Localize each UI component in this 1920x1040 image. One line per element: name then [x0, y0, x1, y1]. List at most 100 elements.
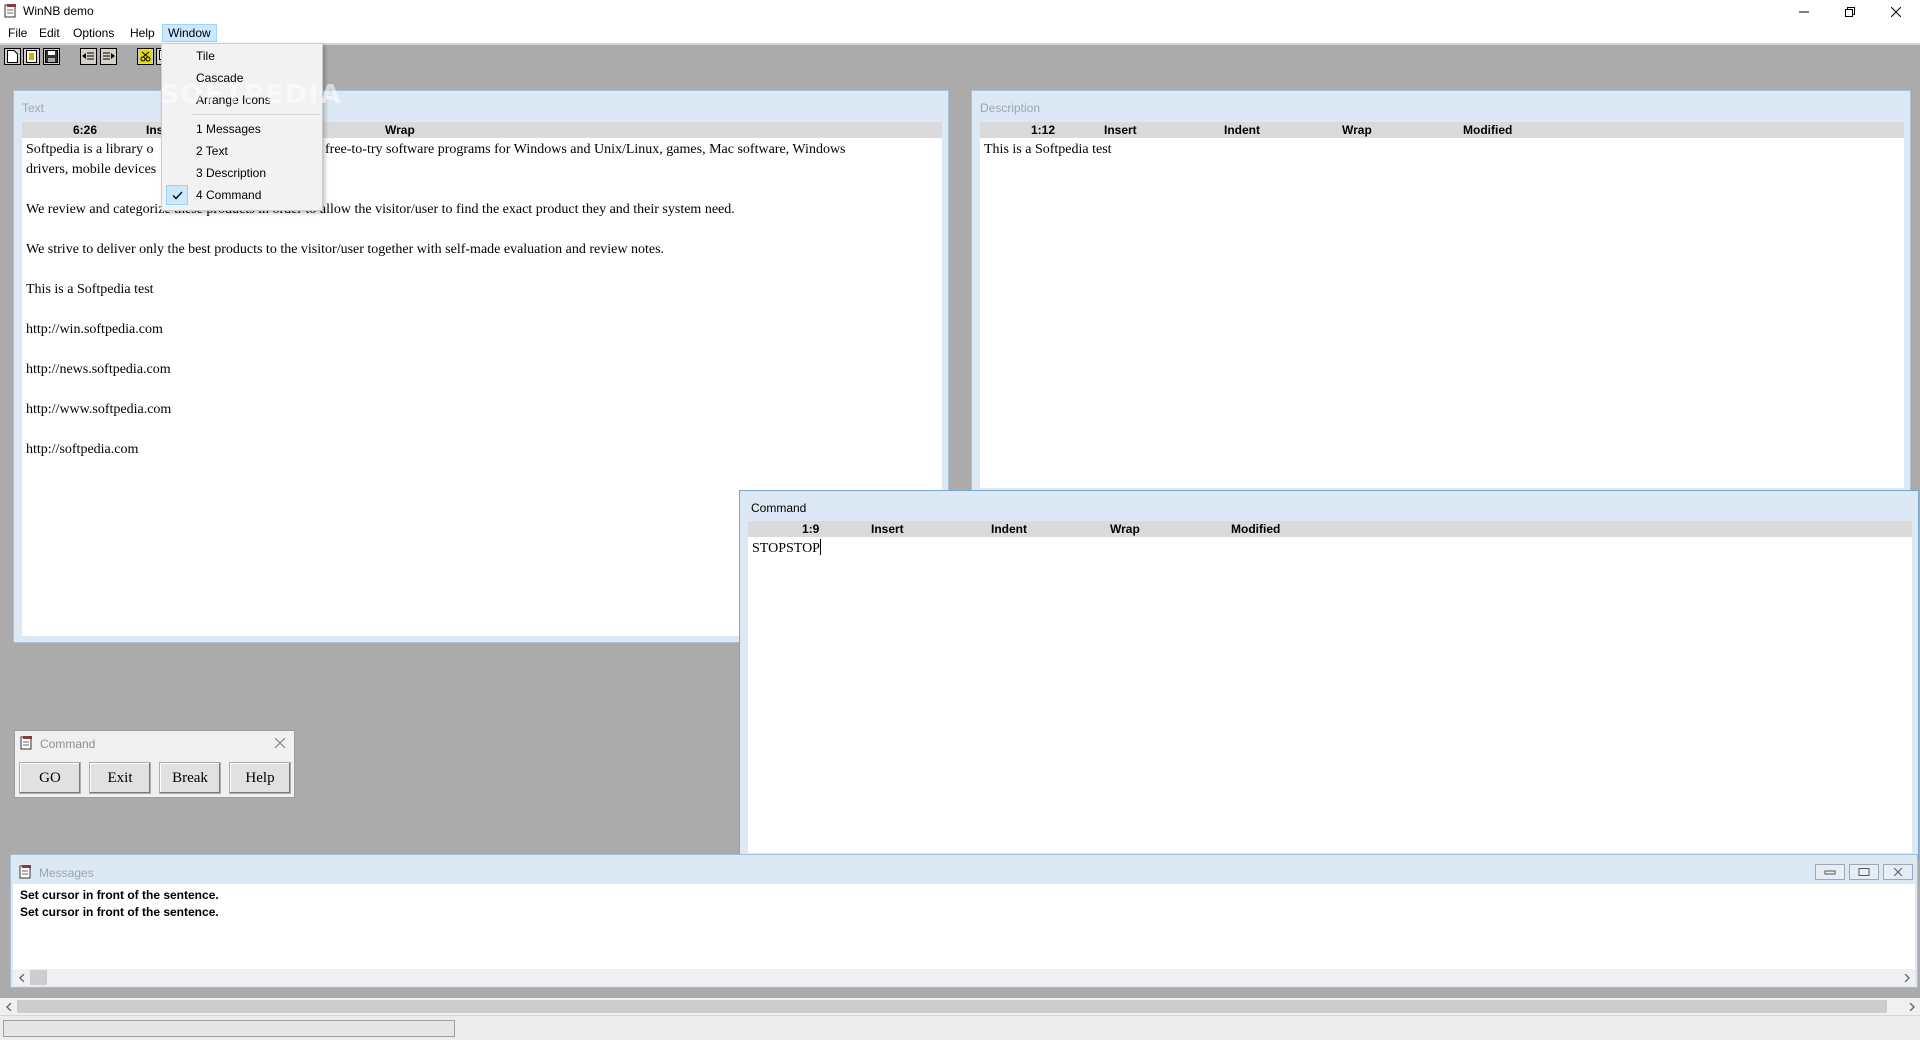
close-icon	[275, 738, 285, 748]
paragraph-line: free-to-try software programs for Window…	[325, 142, 846, 157]
close-icon	[1891, 6, 1901, 17]
minimize-icon	[1799, 11, 1809, 12]
app-icon[interactable]	[3, 3, 19, 19]
menu-item-window-messages[interactable]: 1 Messages	[196, 119, 261, 139]
minimize-icon	[1824, 870, 1836, 875]
app-icon	[18, 864, 34, 880]
menu-item-window-description[interactable]: 3 Description	[196, 163, 266, 183]
wrap-mode: Wrap	[1110, 522, 1140, 536]
new-file-icon	[7, 50, 18, 63]
menu-edit[interactable]: Edit	[33, 24, 66, 42]
scissors-icon	[139, 50, 152, 63]
frame-horizontal-scrollbar[interactable]	[0, 998, 1920, 1015]
window-title: WinNB demo	[23, 4, 94, 18]
help-button[interactable]: Help	[229, 762, 291, 794]
dialog-close-button[interactable]	[272, 735, 288, 751]
scroll-left-arrow-icon[interactable]	[0, 998, 17, 1015]
scroll-left-arrow-icon[interactable]	[13, 969, 30, 986]
save-button[interactable]	[43, 48, 60, 65]
command-document[interactable]: STOPSTOP	[752, 539, 1908, 559]
command-status-row: 1:9 Insert Indent Wrap Modified	[748, 521, 1912, 537]
messages-minimize-button[interactable]	[1815, 864, 1845, 880]
indent-right-button[interactable]	[100, 48, 117, 65]
paragraph-line: Softpedia is a library o	[26, 142, 154, 157]
menu-item-arrange-icons[interactable]: Arrange Icons	[196, 90, 271, 110]
link-text: http://win.softpedia.com	[26, 322, 163, 337]
command-window[interactable]: Command 1:9 Insert Indent Wrap Modified …	[739, 490, 1919, 860]
link-text: http://news.softpedia.com	[26, 362, 171, 377]
scroll-right-arrow-icon[interactable]	[1898, 969, 1915, 986]
cut-button[interactable]	[137, 48, 154, 65]
menu-item-cascade[interactable]: Cascade	[196, 68, 243, 88]
dialog-title: Command	[40, 737, 96, 751]
cursor-position: 1:9	[802, 522, 820, 536]
menu-help[interactable]: Help	[124, 24, 161, 42]
modified-flag: Modified	[1231, 522, 1281, 536]
close-icon	[1893, 868, 1903, 876]
paragraph: This is a Softpedia test	[26, 282, 154, 297]
paragraph: This is a Softpedia test	[984, 142, 1112, 157]
messages-horizontal-scrollbar[interactable]	[13, 969, 1915, 986]
menu-item-window-command[interactable]: 4 Command	[196, 185, 261, 205]
messages-log[interactable]: Set cursor in front of the sentence. Set…	[13, 884, 1915, 986]
menu-item-window-text[interactable]: 2 Text	[196, 141, 228, 161]
scroll-right-arrow-icon[interactable]	[1903, 998, 1920, 1015]
command-dialog[interactable]: Command GO Exit Break Help	[14, 730, 295, 798]
restore-icon	[1845, 6, 1855, 17]
menu-file[interactable]: File	[2, 24, 33, 42]
menu-options[interactable]: Options	[67, 24, 120, 42]
new-button[interactable]	[4, 48, 21, 65]
description-editor[interactable]: 1:12 Insert Indent Wrap Modified This is…	[980, 122, 1904, 488]
checkmark-highlight	[166, 185, 188, 205]
scroll-thumb[interactable]	[17, 1000, 1887, 1013]
paragraph-line: drivers, mobile devices	[26, 162, 157, 177]
command-text: STOPSTOP	[752, 541, 820, 556]
outdent-icon	[82, 52, 94, 60]
messages-window-title: Messages	[39, 866, 94, 880]
messages-maximize-button[interactable]	[1849, 864, 1879, 880]
indent-left-button[interactable]	[80, 48, 97, 65]
floppy-disk-icon	[45, 50, 58, 63]
break-button[interactable]: Break	[159, 762, 221, 794]
messages-window[interactable]: Messages Set cursor in front of the sent…	[10, 854, 1918, 988]
go-button[interactable]: GO	[19, 762, 81, 794]
progress-pane	[3, 1020, 455, 1037]
command-window-title: Command	[751, 501, 807, 515]
scroll-thumb[interactable]	[30, 970, 47, 985]
menu-bar: File Edit Options Help Window	[0, 23, 1920, 43]
link-text: http://www.softpedia.com	[26, 402, 172, 417]
restore-button[interactable]	[1827, 0, 1873, 23]
text-cursor	[819, 539, 821, 555]
exit-button[interactable]: Exit	[89, 762, 151, 794]
link-text: http://softpedia.com	[26, 442, 139, 457]
menu-window[interactable]: Window	[162, 24, 217, 42]
messages-close-button[interactable]	[1883, 864, 1913, 880]
indent-mode: Indent	[991, 522, 1027, 536]
minimize-button[interactable]	[1781, 0, 1827, 23]
command-editor[interactable]: 1:9 Insert Indent Wrap Modified STOPSTOP	[748, 521, 1912, 853]
paragraph: We strive to deliver only the best produ…	[26, 242, 665, 257]
menu-separator	[192, 114, 320, 115]
menu-item-tile[interactable]: Tile	[196, 46, 215, 66]
close-button[interactable]	[1873, 0, 1919, 23]
title-bar: WinNB demo	[0, 0, 1920, 23]
message-line: Set cursor in front of the sentence.	[20, 888, 219, 902]
indent-mode: Indent	[1224, 123, 1260, 137]
wrap-mode: Wrap	[1342, 123, 1372, 137]
checkmark-icon	[172, 191, 182, 199]
description-document[interactable]: This is a Softpedia test	[984, 140, 1900, 180]
open-button[interactable]	[23, 48, 40, 65]
text-window-title: Text	[22, 101, 45, 115]
message-line: Set cursor in front of the sentence.	[20, 905, 219, 919]
description-window-title: Description	[980, 101, 1041, 115]
description-status-row: 1:12 Insert Indent Wrap Modified	[980, 122, 1904, 138]
description-window[interactable]: Description 1:12 Insert Indent Wrap Modi…	[971, 90, 1911, 495]
cursor-position: 6:26	[73, 123, 98, 137]
status-bar	[0, 1015, 1920, 1040]
progress-fill	[5, 1022, 111, 1035]
open-file-icon	[26, 50, 37, 63]
text-status-row: 6:26 Ins Wrap	[22, 122, 942, 138]
wrap-mode: Wrap	[385, 123, 415, 137]
app-icon	[19, 735, 35, 751]
cursor-position: 1:12	[1031, 123, 1056, 137]
